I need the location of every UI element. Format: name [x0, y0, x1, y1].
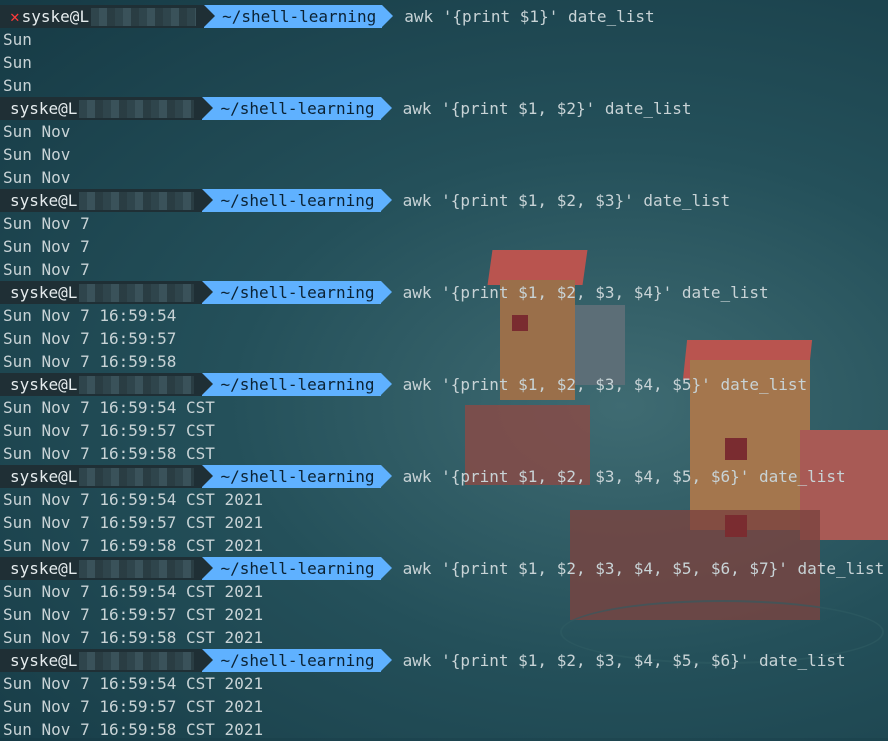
prompt-username: syske@L: [21, 7, 90, 26]
command-text: awk '{print $1, $2, $3}' date_list: [402, 191, 731, 210]
output-line: Sun Nov 7 16:59:54 CST 2021: [3, 582, 264, 601]
prompt-path-segment: ~/shell-learning: [202, 649, 392, 672]
command-text: awk '{print $1, $2, $3, $4, $5}' date_li…: [402, 375, 808, 394]
output-line: Sun Nov 7 16:59:58 CST: [3, 444, 215, 463]
output-line: Sun Nov: [3, 122, 71, 141]
shell-prompt: syske@L ~/shell-learning awk '{print $1, $…: [0, 97, 692, 120]
prompt-path-segment: ~/shell-learning: [202, 189, 392, 212]
terminal-output[interactable]: ✕ syske@L ~/shell-learning awk '{print $1}'…: [0, 0, 888, 739]
prompt-user-segment: syske@L: [0, 465, 203, 488]
shell-prompt: syske@L ~/shell-learning awk '{print $1, $…: [0, 189, 730, 212]
output-line: Sun Nov 7 16:59:58 CST 2021: [3, 628, 264, 647]
command-text: awk '{print $1, $2, $3, $4, $5, $6}' dat…: [402, 467, 846, 486]
redacted-hostname: [79, 467, 195, 486]
output-line: Sun Nov: [3, 168, 71, 187]
shell-prompt: syske@L ~/shell-learning awk '{print $1, $…: [0, 649, 846, 672]
output-line: Sun: [3, 30, 32, 49]
prompt-username: syske@L: [10, 467, 78, 486]
prompt-path-segment: ~/shell-learning: [204, 5, 394, 28]
prompt-username: syske@L: [10, 283, 78, 302]
redacted-hostname: [79, 191, 195, 210]
output-line: Sun Nov 7 16:59:57 CST 2021: [3, 605, 264, 624]
prompt-user-segment: syske@L: [0, 373, 203, 396]
prompt-user-segment: ✕ syske@L: [0, 5, 205, 28]
prompt-user-segment: syske@L: [0, 281, 203, 304]
shell-prompt: syske@L ~/shell-learning awk '{print $1, $…: [0, 557, 884, 580]
command-text: awk '{print $1}' date_list: [404, 7, 655, 26]
shell-prompt: ✕ syske@L ~/shell-learning awk '{print $1}'…: [0, 5, 655, 28]
prompt-user-segment: syske@L: [0, 189, 203, 212]
output-line: Sun Nov 7 16:59:57 CST: [3, 421, 215, 440]
command-text: awk '{print $1, $2, $3, $4, $5, $6}' dat…: [402, 651, 846, 670]
output-line: Sun Nov 7 16:59:58: [3, 352, 177, 371]
prompt-user-segment: syske@L: [0, 649, 203, 672]
redacted-hostname: [91, 7, 197, 26]
shell-prompt: syske@L ~/shell-learning awk '{print $1, $…: [0, 373, 807, 396]
prompt-username: syske@L: [10, 651, 78, 670]
command-text: awk '{print $1, $2, $3, $4, $5, $6, $7}'…: [402, 559, 885, 578]
redacted-hostname: [79, 99, 195, 118]
output-line: Sun Nov 7 16:59:54: [3, 306, 177, 325]
output-line: Sun Nov 7: [3, 237, 90, 256]
prompt-username: syske@L: [10, 375, 78, 394]
output-line: Sun: [3, 76, 32, 95]
output-line: Sun Nov 7 16:59:57: [3, 329, 177, 348]
prompt-username: syske@L: [10, 191, 78, 210]
output-line: Sun Nov 7 16:59:54 CST 2021: [3, 674, 264, 693]
prompt-path-segment: ~/shell-learning: [202, 465, 392, 488]
prompt-path-segment: ~/shell-learning: [202, 557, 392, 580]
output-line: Sun Nov: [3, 145, 71, 164]
output-line: Sun Nov 7: [3, 214, 90, 233]
output-line: Sun Nov 7 16:59:57 CST 2021: [3, 697, 264, 716]
prompt-path-segment: ~/shell-learning: [202, 281, 392, 304]
prompt-user-segment: syske@L: [0, 557, 203, 580]
shell-prompt: syske@L ~/shell-learning awk '{print $1, $…: [0, 281, 769, 304]
command-text: awk '{print $1, $2}' date_list: [402, 99, 692, 118]
prompt-path-segment: ~/shell-learning: [202, 97, 392, 120]
redacted-hostname: [79, 651, 195, 670]
prompt-username: syske@L: [10, 559, 78, 578]
output-line: Sun Nov 7 16:59:58 CST 2021: [3, 536, 264, 555]
redacted-hostname: [79, 283, 195, 302]
error-x-icon: ✕: [10, 7, 20, 26]
output-line: Sun Nov 7: [3, 260, 90, 279]
shell-prompt: syske@L ~/shell-learning awk '{print $1, $…: [0, 465, 846, 488]
prompt-path-segment: ~/shell-learning: [202, 373, 392, 396]
command-text: awk '{print $1, $2, $3, $4}' date_list: [402, 283, 769, 302]
output-line: Sun Nov 7 16:59:54 CST 2021: [3, 490, 264, 509]
output-line: Sun Nov 7 16:59:57 CST 2021: [3, 513, 264, 532]
redacted-hostname: [79, 559, 195, 578]
output-line: Sun Nov 7 16:59:54 CST: [3, 398, 215, 417]
output-line: Sun: [3, 53, 32, 72]
prompt-username: syske@L: [10, 99, 78, 118]
redacted-hostname: [79, 375, 195, 394]
prompt-user-segment: syske@L: [0, 97, 203, 120]
